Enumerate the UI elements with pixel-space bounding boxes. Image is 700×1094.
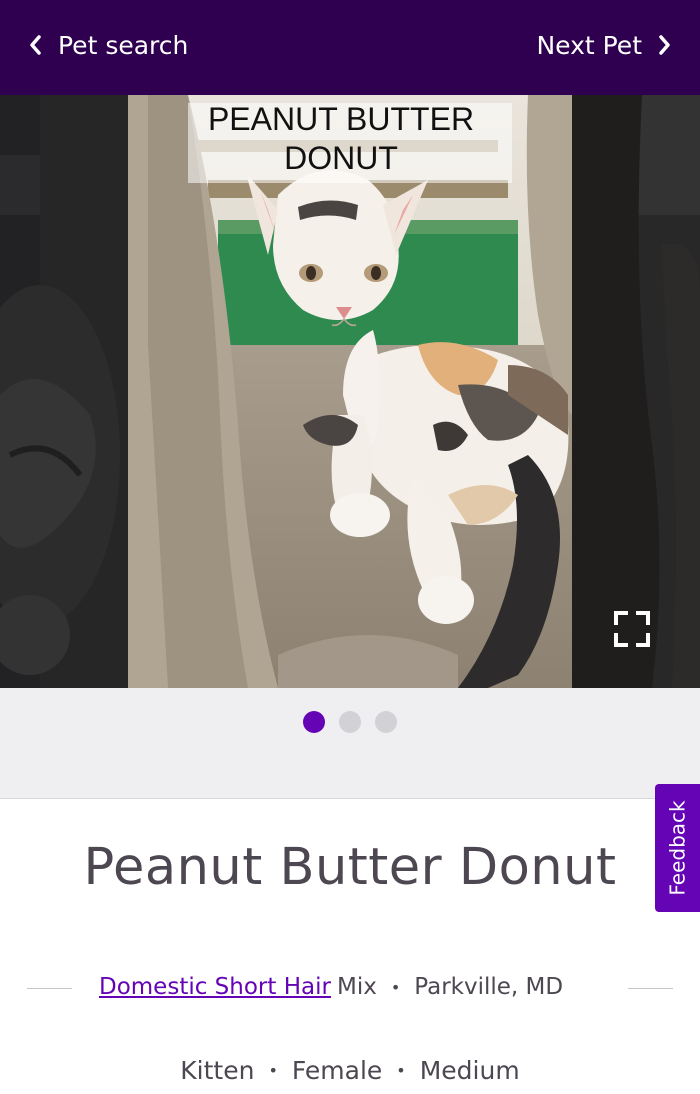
- expand-fullscreen-button[interactable]: [608, 605, 656, 653]
- pet-age: Kitten: [180, 1055, 255, 1085]
- fullscreen-icon: [614, 611, 650, 647]
- photo-carousel[interactable]: PEANUT BUTTER DONUT: [0, 95, 700, 688]
- next-photo-image: [572, 95, 700, 688]
- separator-bullet: •: [396, 1060, 406, 1080]
- divider-right: [628, 988, 673, 989]
- separator-bullet: •: [390, 977, 401, 997]
- pet-facts-line: Kitten • Female • Medium: [0, 1052, 700, 1088]
- carousel-dot-2[interactable]: [339, 711, 361, 733]
- chevron-left-icon: [30, 35, 41, 55]
- photo-caption-line1: PEANUT BUTTER: [208, 101, 474, 137]
- carousel-pagination: [0, 688, 700, 799]
- carousel-dot-1-active[interactable]: [303, 711, 325, 733]
- carousel-dot-3[interactable]: [375, 711, 397, 733]
- next-pet-label: Next Pet: [536, 30, 642, 60]
- pet-name-heading: Peanut Butter Donut: [83, 838, 617, 897]
- previous-photo-preview[interactable]: [0, 95, 128, 688]
- next-pet-link[interactable]: Next Pet: [536, 28, 672, 62]
- breed-location-line: Domestic Short Hair Mix • Parkville, MD: [99, 970, 563, 1004]
- pet-size: Medium: [419, 1055, 520, 1085]
- next-photo-preview[interactable]: [572, 95, 700, 688]
- pet-photo-image: PEANUT BUTTER DONUT: [128, 95, 572, 688]
- separator-bullet: •: [268, 1060, 278, 1080]
- divider-left: [27, 988, 72, 989]
- breed-suffix: Mix: [336, 974, 377, 1000]
- pet-photo-main[interactable]: PEANUT BUTTER DONUT: [128, 95, 572, 688]
- pet-sex: Female: [291, 1055, 383, 1085]
- pet-location: Parkville, MD: [414, 974, 564, 1000]
- top-nav-bar: Pet search Next Pet: [0, 0, 700, 95]
- previous-photo-image: [0, 95, 128, 688]
- photo-caption-line2: DONUT: [284, 140, 398, 176]
- chevron-right-icon: [659, 35, 670, 55]
- back-to-pet-search-link[interactable]: Pet search: [28, 28, 188, 62]
- back-link-label: Pet search: [58, 30, 189, 60]
- breed-link[interactable]: Domestic Short Hair: [99, 974, 331, 1000]
